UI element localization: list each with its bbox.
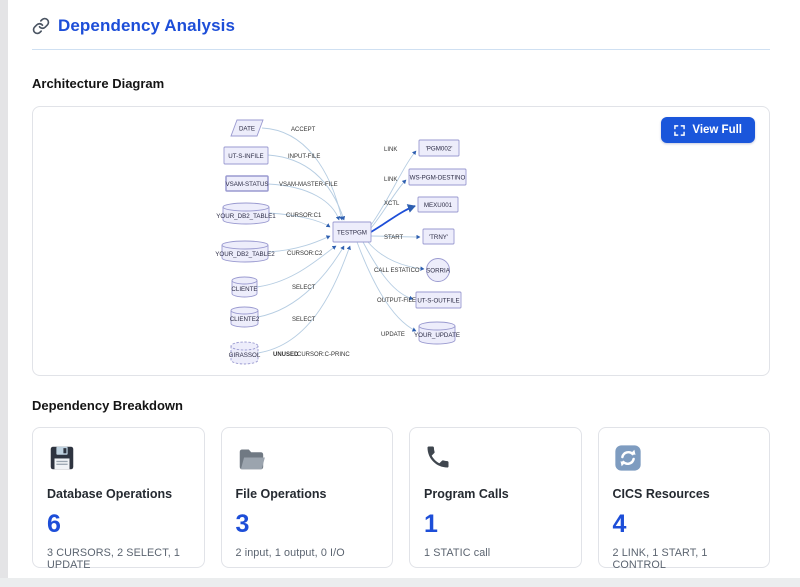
edge-update xyxy=(357,242,416,331)
edge-label: VSAM-MASTER-FILE xyxy=(279,182,338,188)
link-icon xyxy=(32,17,50,35)
svg-text:TESTPGM: TESTPGM xyxy=(337,230,367,237)
node-ut-s-infile: UT-S-INFILE xyxy=(224,147,268,164)
node-pgm002: 'PGM002' xyxy=(419,140,459,156)
node-testpgm: TESTPGM xyxy=(333,222,371,242)
node-sorria: SORRIA xyxy=(426,259,451,282)
node-your-update: YOUR_UPDATE xyxy=(414,322,460,344)
page-title: Dependency Analysis xyxy=(58,16,235,36)
node-ws-pgm-destino: WS-PGM-DESTINO xyxy=(409,169,466,185)
card-program-calls: Program Calls 1 1 STATIC call xyxy=(409,427,582,568)
architecture-diagram-heading: Architecture Diagram xyxy=(32,76,770,91)
card-count: 3 xyxy=(236,510,379,539)
sync-icon xyxy=(613,443,756,473)
edge-label: OUTPUT-FILE xyxy=(377,298,416,304)
edge-cursor-c2 xyxy=(268,236,330,252)
header-divider xyxy=(32,49,770,50)
card-title: File Operations xyxy=(236,487,379,501)
floppy-disk-icon xyxy=(47,443,190,473)
node-your-db2-table2: YOUR_DB2_TABLE2 xyxy=(215,241,275,262)
main-content: Dependency Analysis Architecture Diagram xyxy=(32,16,770,568)
card-title: Database Operations xyxy=(47,487,190,501)
svg-text:UT-S-INFILE: UT-S-INFILE xyxy=(228,153,263,160)
node-cliente2: CLIENTE2 xyxy=(230,307,260,327)
svg-text:UT-S-OUTFILE: UT-S-OUTFILE xyxy=(417,298,459,305)
edge-unused-cursor xyxy=(258,246,350,353)
phone-icon xyxy=(424,443,567,473)
edge-label: XCTL xyxy=(384,201,400,207)
edge-label: UPDATE xyxy=(381,332,405,338)
edge-label: LINK xyxy=(384,147,397,153)
edge-label: CALL ESTATICO xyxy=(374,268,420,274)
nodes: DATE UT-S-INFILE VSAM-STATUS YOUR_DB2_TA… xyxy=(215,120,466,364)
node-vsam-status: VSAM-STATUS xyxy=(225,176,268,191)
architecture-diagram-panel: ACCEPT INPUT-FILE VSAM-MASTER-FILE CURSO… xyxy=(32,106,770,376)
card-detail: 1 STATIC call xyxy=(424,547,567,559)
card-detail: 2 input, 1 output, 0 I/O xyxy=(236,547,379,559)
svg-text:YOUR_DB2_TABLE2: YOUR_DB2_TABLE2 xyxy=(215,251,275,258)
edge-label: INPUT-FILE xyxy=(288,154,320,160)
node-ut-s-outfile: UT-S-OUTFILE xyxy=(416,292,461,308)
card-title: CICS Resources xyxy=(613,487,756,501)
breakdown-cards: Database Operations 6 3 CURSORS, 2 SELEC… xyxy=(32,427,770,568)
dependency-breakdown-heading: Dependency Breakdown xyxy=(32,398,770,413)
svg-text:MEXU001: MEXU001 xyxy=(424,202,453,209)
edge-link-1 xyxy=(371,151,416,225)
edge-label-unused: UNUSED xyxy=(273,352,299,358)
card-file-operations: File Operations 3 2 input, 1 output, 0 I… xyxy=(221,427,394,568)
svg-text:SORRIA: SORRIA xyxy=(426,268,451,275)
page-bottom-gutter xyxy=(0,578,800,587)
node-trny: 'TRNY' xyxy=(423,229,454,244)
svg-text:VSAM-STATUS: VSAM-STATUS xyxy=(225,181,268,188)
svg-text:YOUR_UPDATE: YOUR_UPDATE xyxy=(414,332,460,339)
edge-label: ACCEPT xyxy=(291,127,316,133)
card-count: 6 xyxy=(47,510,190,539)
svg-text:CLIENTE2: CLIENTE2 xyxy=(230,316,260,323)
page-header: Dependency Analysis xyxy=(32,16,770,36)
card-cics-resources: CICS Resources 4 2 LINK, 1 START, 1 CONT… xyxy=(598,427,771,568)
svg-text:'TRNY': 'TRNY' xyxy=(429,234,448,241)
dependency-graph: ACCEPT INPUT-FILE VSAM-MASTER-FILE CURSO… xyxy=(33,108,769,374)
edge-label: SELECT xyxy=(292,285,316,291)
card-detail: 2 LINK, 1 START, 1 CONTROL xyxy=(613,547,756,571)
page-left-gutter xyxy=(0,0,8,587)
edge-label: CURSOR:C2 xyxy=(287,251,323,257)
card-detail: 3 CURSORS, 2 SELECT, 1 UPDATE xyxy=(47,547,190,571)
svg-text:'PGM002': 'PGM002' xyxy=(426,146,453,153)
edge-label: CURSOR:C1 xyxy=(286,213,322,219)
node-your-db2-table1: YOUR_DB2_TABLE1 xyxy=(216,203,276,224)
node-cliente: CLIENTE xyxy=(231,277,257,297)
svg-text:CLIENTE: CLIENTE xyxy=(231,286,257,293)
card-count: 4 xyxy=(613,510,756,539)
svg-text:YOUR_DB2_TABLE1: YOUR_DB2_TABLE1 xyxy=(216,213,276,220)
node-girassol: GIRASSOL xyxy=(229,342,261,364)
svg-text:WS-PGM-DESTINO: WS-PGM-DESTINO xyxy=(410,175,466,182)
node-date: DATE xyxy=(231,120,263,136)
svg-text:DATE: DATE xyxy=(239,126,255,133)
edge-label: SELECT xyxy=(292,317,316,323)
node-mexu001: MEXU001 xyxy=(418,197,458,212)
edge-labels: ACCEPT INPUT-FILE VSAM-MASTER-FILE CURSO… xyxy=(273,127,420,358)
edge-label: CURSOR:C-PRINC xyxy=(297,352,350,358)
view-full-button[interactable]: View Full xyxy=(661,117,755,143)
expand-icon xyxy=(674,125,685,136)
folder-icon xyxy=(236,443,379,473)
card-count: 1 xyxy=(424,510,567,539)
view-full-label: View Full xyxy=(692,124,742,136)
edge-label: START xyxy=(384,235,403,241)
edge-label: LINK xyxy=(384,177,397,183)
card-database-operations: Database Operations 6 3 CURSORS, 2 SELEC… xyxy=(32,427,205,568)
card-title: Program Calls xyxy=(424,487,567,501)
svg-text:GIRASSOL: GIRASSOL xyxy=(229,352,261,359)
